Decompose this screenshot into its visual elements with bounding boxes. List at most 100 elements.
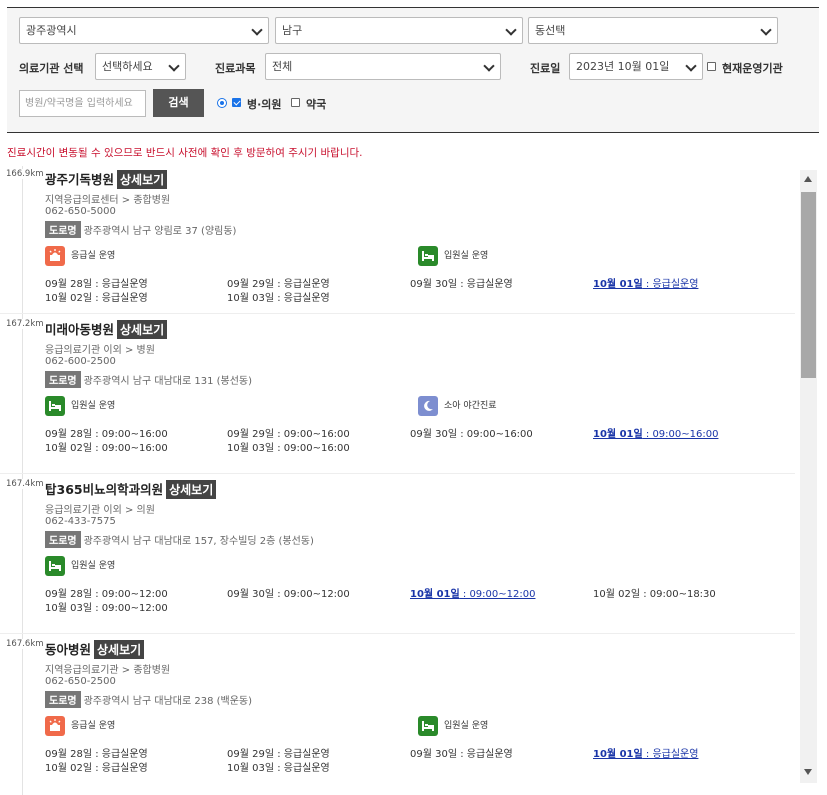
bed-icon — [418, 246, 438, 266]
service-label: 입원실 운영 — [444, 251, 489, 261]
day-hours: 10월 03일 : 응급실운영 — [227, 293, 330, 304]
scrollbar-thumb[interactable] — [801, 192, 816, 378]
hospital-phone: 062-650-5000 — [45, 206, 116, 217]
hospital-name-text[interactable]: 광주기독병원 — [45, 172, 114, 187]
district-select[interactable]: 남구 — [275, 17, 523, 44]
hospital-name-text[interactable]: 탑365비뇨의학과의원 — [45, 482, 163, 497]
type-radio[interactable] — [217, 98, 227, 108]
bed-icon — [418, 716, 438, 736]
ambulance-icon — [45, 716, 65, 736]
ambulance-icon — [45, 246, 65, 266]
day-hours: 09월 28일 : 09:00~16:00 — [45, 429, 168, 440]
service-badge: 입원실 운영 — [45, 556, 115, 576]
chevron-down-icon — [251, 24, 263, 36]
day-hours: 10월 03일 : 09:00~12:00 — [45, 603, 168, 614]
day-hours: 10월 03일 : 응급실운영 — [227, 763, 330, 774]
chevron-down-icon — [483, 60, 495, 72]
hospital-name-text[interactable]: 동아병원 — [45, 642, 91, 657]
hospital-address: 도로명 광주광역시 남구 양림로 37 (양림동) — [45, 221, 236, 238]
day-hours: 10월 02일 : 09:00~18:30 — [593, 589, 716, 600]
institution-select-value: 선택하세요 — [102, 60, 153, 73]
department-select-value: 전체 — [272, 60, 293, 73]
today-hours[interactable]: 10월 01일 : 응급실운영 — [593, 745, 698, 760]
chevron-down-icon — [760, 24, 772, 36]
hospital-entry: 167.4km 탑365비뇨의학과의원 상세보기 응급의료기관 이외 > 의원 062-… — [0, 476, 795, 634]
filter-panel: 광주광역시 남구 동선택 의료기관 선택 선택하세요 진료과목 전체 진료일 2… — [7, 7, 819, 133]
detail-button[interactable]: 상세보기 — [117, 170, 168, 189]
service-label: 응급실 운영 — [71, 721, 116, 731]
today-hours[interactable]: 10월 01일 : 09:00~16:00 — [593, 425, 718, 440]
today-hours[interactable]: 10월 01일 : 09:00~12:00 — [410, 585, 535, 600]
date-select[interactable]: 2023년 10월 01일 — [569, 53, 703, 80]
service-label: 입원실 운영 — [71, 561, 116, 571]
day-hours: 09월 30일 : 응급실운영 — [410, 279, 513, 290]
pharmacy-label: 약국 — [306, 98, 327, 111]
district-select-value: 남구 — [282, 24, 303, 37]
road-name-badge: 도로명 — [45, 531, 81, 548]
search-input[interactable]: 병원/약국명을 입력하세요 — [19, 90, 146, 117]
service-label: 입원실 운영 — [444, 721, 489, 731]
hospital-phone: 062-600-2500 — [45, 356, 116, 367]
address-text: 광주광역시 남구 양림로 37 (양림동) — [83, 226, 237, 237]
detail-button[interactable]: 상세보기 — [94, 640, 145, 659]
address-text: 광주광역시 남구 대남대로 131 (봉선동) — [83, 376, 253, 387]
result-list[interactable]: 166.9km 광주기독병원 상세보기 지역응급의료센터 > 종합병원 062-650-… — [0, 166, 827, 795]
hospital-name: 광주기독병원 상세보기 — [45, 169, 168, 189]
dong-select[interactable]: 동선택 — [528, 17, 778, 44]
hospital-name: 미래아동병원 상세보기 — [45, 319, 168, 339]
chevron-down-icon — [505, 24, 517, 36]
date-select-value: 2023년 10월 01일 — [576, 60, 670, 73]
detail-button[interactable]: 상세보기 — [117, 320, 168, 339]
address-text: 광주광역시 남구 대남대로 157, 장수빌딩 2층 (봉선동) — [83, 536, 314, 547]
institution-label: 의료기관 선택 — [19, 62, 84, 75]
day-hours: 09월 28일 : 09:00~12:00 — [45, 589, 168, 600]
day-hours: 09월 29일 : 응급실운영 — [227, 749, 330, 760]
hospital-name-text[interactable]: 미래아동병원 — [45, 322, 114, 337]
chevron-down-icon — [685, 60, 697, 72]
distance-label: 167.4km — [6, 479, 44, 489]
moon-icon — [418, 396, 438, 416]
department-label: 진료과목 — [215, 62, 256, 75]
department-select[interactable]: 전체 — [265, 53, 501, 80]
hospital-label: 병·의원 — [247, 98, 282, 111]
service-badge: 소아 야간진료 — [418, 396, 497, 416]
pharmacy-checkbox[interactable] — [291, 98, 300, 107]
scroll-up-arrow-icon[interactable] — [804, 176, 812, 182]
current-open-checkbox[interactable] — [707, 62, 716, 71]
detail-button[interactable]: 상세보기 — [166, 480, 217, 499]
hospital-address: 도로명 광주광역시 남구 대남대로 157, 장수빌딩 2층 (봉선동) — [45, 531, 314, 548]
hospital-name: 탑365비뇨의학과의원 상세보기 — [45, 479, 217, 499]
today-hours[interactable]: 10월 01일 : 응급실운영 — [593, 275, 698, 290]
day-hours: 09월 28일 : 응급실운영 — [45, 749, 148, 760]
day-hours: 10월 02일 : 09:00~16:00 — [45, 443, 168, 454]
search-button[interactable]: 검색 — [153, 89, 204, 117]
service-badge: 응급실 운영 — [45, 246, 115, 266]
current-open-label: 현재운영기관 — [722, 62, 783, 75]
bed-icon — [45, 396, 65, 416]
hospital-entry: 167.2km 미래아동병원 상세보기 응급의료기관 이외 > 병원 062-600-2… — [0, 316, 795, 474]
hospital-category: 지역응급의료센터 > 종합병원 — [45, 195, 171, 206]
hospital-checkbox[interactable] — [232, 98, 241, 107]
day-hours: 09월 29일 : 09:00~16:00 — [227, 429, 350, 440]
chevron-down-icon — [168, 60, 180, 72]
hospital-category: 응급의료기관 이외 > 의원 — [45, 505, 155, 516]
distance-label: 166.9km — [6, 169, 44, 179]
service-label: 입원실 운영 — [71, 401, 116, 411]
region-select[interactable]: 광주광역시 — [19, 17, 269, 44]
day-hours: 10월 02일 : 응급실운영 — [45, 763, 148, 774]
road-name-badge: 도로명 — [45, 691, 81, 708]
hospital-category: 지역응급의료기관 > 종합병원 — [45, 665, 171, 676]
dong-select-value: 동선택 — [535, 24, 566, 37]
day-hours: 10월 03일 : 09:00~16:00 — [227, 443, 350, 454]
notice-text: 진료시간이 변동될 수 있으므로 반드시 사전에 확인 후 방문하여 주시기 바… — [7, 147, 363, 159]
road-name-badge: 도로명 — [45, 371, 81, 388]
day-hours: 09월 29일 : 응급실운영 — [227, 279, 330, 290]
distance-label: 167.2km — [6, 319, 44, 329]
scroll-down-arrow-icon[interactable] — [804, 769, 812, 775]
hospital-name: 동아병원 상세보기 — [45, 639, 145, 659]
date-label: 진료일 — [530, 62, 561, 75]
institution-select[interactable]: 선택하세요 — [95, 53, 186, 80]
service-label: 응급실 운영 — [71, 251, 116, 261]
day-hours: 09월 30일 : 09:00~16:00 — [410, 429, 533, 440]
address-text: 광주광역시 남구 대남대로 238 (백운동) — [83, 696, 253, 707]
